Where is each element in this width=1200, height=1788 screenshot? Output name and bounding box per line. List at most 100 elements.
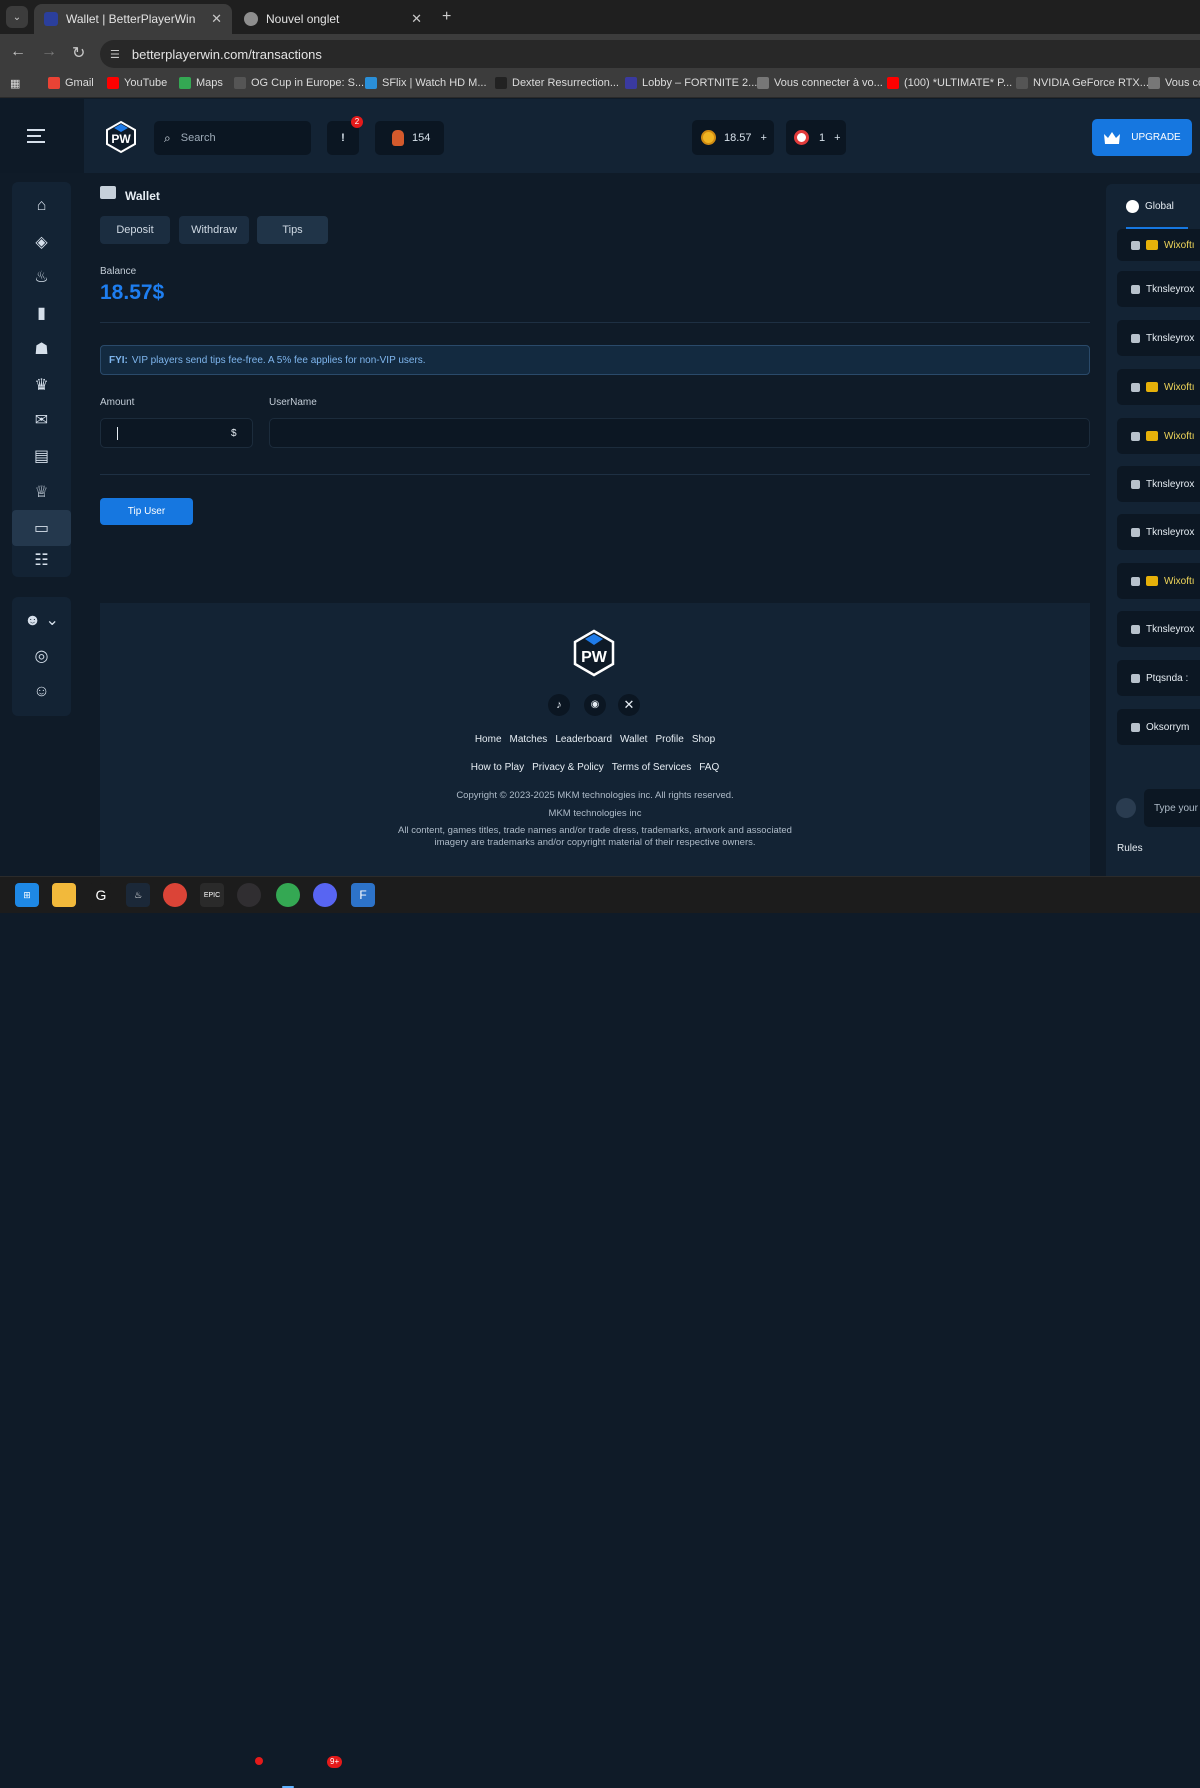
tab-search-button[interactable]: ⌄ (6, 6, 28, 28)
chat-username[interactable]: Wixoftı (1164, 240, 1195, 251)
tab-deposit[interactable]: Deposit (100, 216, 170, 244)
chat-message[interactable]: Tknsleyrox (1117, 611, 1200, 647)
chat-icon[interactable]: ✉ (12, 402, 71, 438)
bookmark-item[interactable]: OG Cup in Europe: S... (234, 77, 364, 89)
games-icon[interactable]: ◈ (12, 224, 71, 260)
footer-link-secondary-2[interactable]: Terms of Services (612, 762, 691, 773)
hamburger-menu-icon[interactable] (27, 129, 47, 143)
discord-taskbar-icon[interactable] (313, 883, 337, 907)
footer-link-secondary-0[interactable]: How to Play (471, 762, 524, 773)
chat-username[interactable]: Tknsleyrox (1146, 284, 1194, 295)
fortnite-icon[interactable]: F (351, 883, 375, 907)
amount-input[interactable]: $ (100, 418, 253, 448)
bookmark-item[interactable]: Vous co (1148, 77, 1200, 89)
bookmark-item[interactable]: Lobby – FORTNITE 2... (625, 77, 757, 89)
add-coins-button[interactable]: + (761, 132, 767, 144)
tab-wallet[interactable]: Wallet | BetterPlayerWin ✕ (34, 4, 232, 34)
chat-input[interactable]: Type your (1116, 789, 1200, 827)
chat-username[interactable]: Wixoftı (1164, 431, 1195, 442)
chat-username[interactable]: Tknsleyrox (1146, 527, 1194, 538)
footer-link-3[interactable]: Wallet (620, 734, 647, 745)
coins-display[interactable]: 18.57 + (692, 120, 774, 155)
chat-message[interactable]: Wixoftı (1117, 369, 1200, 405)
fire-icon[interactable]: ♨ (12, 259, 71, 295)
forward-icon[interactable]: → (41, 43, 57, 61)
chat-input-field[interactable]: Type your (1144, 789, 1200, 827)
tiktok-icon[interactable]: ♪ (548, 694, 570, 716)
back-icon[interactable]: ← (10, 43, 26, 61)
upgrade-button[interactable]: UPGRADE (1092, 119, 1192, 156)
x-twitter-icon[interactable]: ✕ (618, 694, 640, 716)
microphone-icon[interactable] (1116, 798, 1136, 818)
shop-icon[interactable]: ▤ (12, 438, 71, 474)
chat-username[interactable]: Tknsleyrox (1146, 479, 1194, 490)
chat-message[interactable]: Tknsleyrox (1117, 466, 1200, 502)
chat-message[interactable]: Oksorrym (1117, 709, 1200, 745)
add-tickets-button[interactable]: + (834, 132, 840, 144)
footer-link-4[interactable]: Profile (655, 734, 683, 745)
betterplayerwin-logo-icon[interactable]: PW (104, 120, 138, 154)
bookmark-item[interactable]: NVIDIA GeForce RTX... (1016, 77, 1149, 89)
leaderboard-icon[interactable]: ▮ (12, 295, 71, 331)
tab-withdraw[interactable]: Withdraw (179, 216, 249, 244)
close-tab-icon[interactable]: ✕ (411, 11, 422, 27)
bookmark-item[interactable]: Vous connecter à vo... (757, 77, 883, 89)
bookmark-item[interactable]: Maps (179, 77, 223, 89)
discord-icon[interactable]: ◉ (584, 694, 606, 716)
username-input[interactable] (269, 418, 1090, 448)
chat-username[interactable]: Tknsleyrox (1146, 624, 1194, 635)
tab-new-tab[interactable]: Nouvel onglet ✕ (234, 4, 432, 34)
chat-message[interactable]: Tknsleyrox (1117, 514, 1200, 550)
bookmark-item[interactable]: Dexter Resurrection... (495, 77, 619, 89)
team-icon[interactable]: ☺ (12, 674, 71, 710)
footer-link-1[interactable]: Matches (510, 734, 548, 745)
esports-icon[interactable]: ☗ (12, 331, 71, 367)
file-explorer-icon[interactable] (52, 883, 76, 907)
footer-link-secondary-1[interactable]: Privacy & Policy (532, 762, 604, 773)
address-bar[interactable]: ☰ betterplayerwin.com/transactions (100, 40, 1200, 68)
bookmark-item[interactable]: (100) *ULTIMATE* P... (887, 77, 1012, 89)
chat-message[interactable]: Wixoftı (1117, 563, 1200, 599)
steam-icon[interactable]: ♨ (126, 883, 150, 907)
footer-link-0[interactable]: Home (475, 734, 502, 745)
chat-username[interactable]: Tknsleyrox (1146, 333, 1194, 344)
bookmark-item[interactable]: YouTube (107, 77, 167, 89)
logitech-icon[interactable]: G (89, 883, 113, 907)
chat-message[interactable]: Wixoftı (1117, 418, 1200, 454)
chat-message[interactable]: Tknsleyrox (1117, 320, 1200, 356)
user-menu-icon[interactable]: ☻ ⌄ (12, 602, 71, 638)
footer-link-5[interactable]: Shop (692, 734, 715, 745)
chat-username[interactable]: Ptqsnda : (1146, 673, 1188, 684)
new-tab-icon[interactable]: + (442, 8, 451, 26)
compass-icon[interactable]: ◎ (12, 638, 71, 674)
chat-username[interactable]: Oksorrym (1146, 722, 1189, 733)
windows-start-icon[interactable]: ⊞ (15, 883, 39, 907)
betterplayerwin-logo-icon[interactable]: PW (571, 629, 617, 677)
rules-link[interactable]: Rules (1117, 843, 1143, 854)
chat-tab-global[interactable]: Global (1126, 200, 1174, 213)
tab-tips[interactable]: Tips (257, 216, 328, 244)
footer-link-secondary-3[interactable]: FAQ (699, 762, 719, 773)
gems-display[interactable]: 154 (375, 121, 444, 155)
tickets-display[interactable]: 1 + (786, 120, 846, 155)
bookmark-item[interactable]: Gmail (48, 77, 94, 89)
apps-grid-icon[interactable]: ▦ (10, 77, 20, 90)
search-box[interactable]: ⌕ Search (154, 121, 311, 155)
reload-icon[interactable]: ↻ (72, 43, 85, 63)
epic-games-icon[interactable]: EPIC (200, 883, 224, 907)
close-tab-icon[interactable]: ✕ (211, 11, 222, 27)
wallet-icon[interactable]: ▭ (12, 510, 71, 546)
bookmark-item[interactable]: SFlix | Watch HD M... (365, 77, 487, 89)
chat-message[interactable]: Tknsleyrox (1117, 271, 1200, 307)
chrome-active-icon[interactable] (276, 883, 300, 907)
chat-username[interactable]: Wixoftı (1164, 382, 1195, 393)
site-info-icon[interactable]: ☰ (110, 48, 120, 61)
obs-icon[interactable] (237, 883, 261, 907)
chat-message[interactable]: Wixoftı (1117, 229, 1200, 261)
footer-link-2[interactable]: Leaderboard (555, 734, 612, 745)
home-icon[interactable]: ⌂ (12, 188, 71, 224)
crown-icon[interactable]: ♕ (12, 474, 71, 510)
chrome-icon[interactable] (163, 883, 187, 907)
url-text[interactable]: betterplayerwin.com/transactions (132, 47, 322, 62)
tip-user-button[interactable]: Tip User (100, 498, 193, 525)
